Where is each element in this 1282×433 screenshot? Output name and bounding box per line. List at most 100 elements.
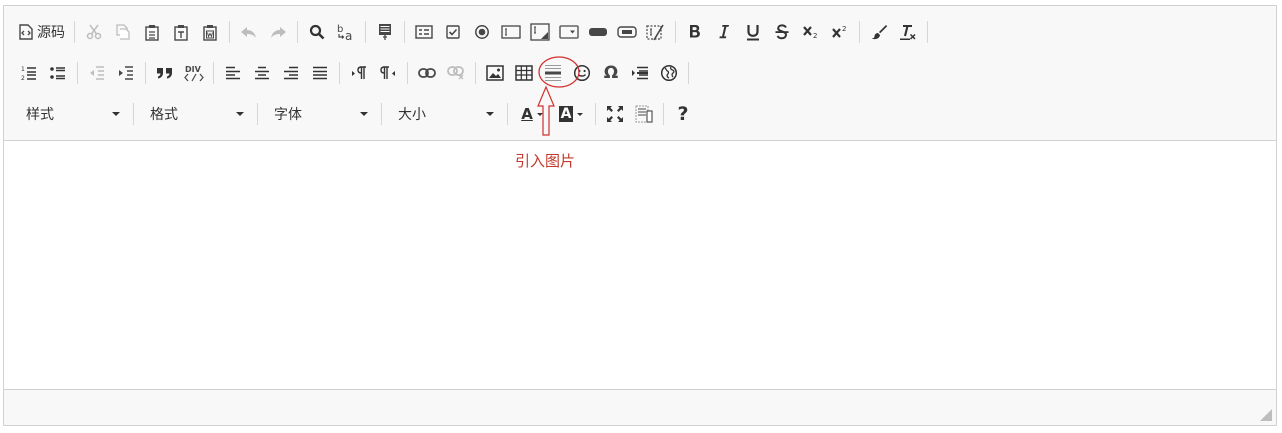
iframe-button[interactable]	[656, 60, 682, 86]
style-dropdown[interactable]: 样式	[16, 101, 126, 127]
page-break-button[interactable]	[627, 60, 653, 86]
search-icon	[309, 24, 325, 40]
form-button[interactable]	[411, 19, 437, 45]
replace-button[interactable]: ba	[333, 19, 359, 45]
hidden-field-icon	[646, 24, 664, 41]
toolbar-separator	[663, 103, 664, 125]
div-container-button[interactable]: DIV	[181, 60, 207, 86]
remove-format-button[interactable]	[895, 19, 921, 45]
underline-button[interactable]	[740, 19, 766, 45]
copy-button[interactable]	[110, 19, 136, 45]
format-dropdown[interactable]: 格式	[140, 101, 250, 127]
blockquote-button[interactable]	[152, 60, 178, 86]
link-button[interactable]	[414, 60, 440, 86]
button-field-button[interactable]	[585, 19, 611, 45]
source-label: 源码	[37, 25, 65, 41]
unlink-button[interactable]	[443, 60, 469, 86]
textfield-button[interactable]	[498, 19, 524, 45]
numbered-list-icon: 12	[21, 66, 36, 81]
find-button[interactable]	[304, 19, 330, 45]
svg-text:2: 2	[842, 25, 846, 33]
redo-button[interactable]	[265, 19, 291, 45]
numbered-list-button[interactable]: 12	[16, 60, 42, 86]
horizontal-rule-button[interactable]	[540, 60, 566, 86]
justify-icon	[313, 66, 327, 80]
replace-icon: ba	[337, 24, 352, 41]
size-dropdown[interactable]: 大小	[388, 101, 500, 127]
text-direction-ltr-button[interactable]	[346, 60, 372, 86]
editor-content-area[interactable]	[4, 141, 1276, 391]
decrease-indent-button[interactable]	[84, 60, 110, 86]
svg-text:2: 2	[813, 32, 817, 39]
superscript-icon: 2	[832, 25, 846, 38]
align-left-button[interactable]	[220, 60, 246, 86]
justify-button[interactable]	[307, 60, 333, 86]
copy-format-button[interactable]	[866, 19, 892, 45]
table-icon	[515, 65, 533, 81]
toolbar-separator	[927, 21, 928, 43]
scissors-icon	[86, 24, 102, 40]
toolbar-separator	[675, 21, 676, 43]
toolbar-separator	[381, 103, 382, 125]
text-direction-rtl-button[interactable]	[375, 60, 401, 86]
align-right-button[interactable]	[278, 60, 304, 86]
show-blocks-button[interactable]	[631, 101, 657, 127]
image-button-field-button[interactable]	[614, 19, 640, 45]
insert-table-button[interactable]	[511, 60, 537, 86]
undo-button[interactable]	[236, 19, 262, 45]
unlink-icon	[447, 66, 464, 80]
svg-text:b: b	[337, 24, 343, 35]
hidden-field-button[interactable]	[643, 19, 669, 45]
text-color-button[interactable]: A	[514, 101, 550, 127]
bold-button[interactable]	[682, 19, 708, 45]
cut-button[interactable]	[81, 19, 107, 45]
maximize-icon	[607, 106, 623, 122]
source-button[interactable]: 源码	[16, 19, 68, 45]
paste-text-icon	[174, 24, 188, 41]
svg-text:DIV: DIV	[185, 65, 202, 74]
font-dropdown[interactable]: 字体	[264, 101, 374, 127]
copy-icon	[116, 24, 130, 40]
paintbrush-icon	[871, 25, 888, 40]
rich-text-editor: 源码 b a 2 2 1 2 DIV Ω 样式 格式 字体 大小 A A ?	[3, 5, 1277, 426]
checkbox-button[interactable]	[440, 19, 466, 45]
radio-button[interactable]	[469, 19, 495, 45]
toolbar-separator	[257, 103, 258, 125]
select-all-button[interactable]	[372, 19, 398, 45]
toolbar-separator	[407, 62, 408, 84]
align-center-button[interactable]	[249, 60, 275, 86]
annotation-label: 引入图片	[515, 152, 576, 170]
insert-image-button[interactable]	[482, 60, 508, 86]
paste-text-button[interactable]	[168, 19, 194, 45]
paste-word-button[interactable]	[197, 19, 223, 45]
textarea-button[interactable]	[527, 19, 553, 45]
maximize-button[interactable]	[602, 101, 628, 127]
subscript-button[interactable]: 2	[798, 19, 824, 45]
strikethrough-icon	[775, 24, 789, 40]
radio-icon	[475, 25, 489, 39]
strikethrough-button[interactable]	[769, 19, 795, 45]
svg-text:a: a	[345, 29, 352, 41]
outdent-icon	[90, 66, 104, 80]
italic-icon	[719, 25, 729, 39]
special-char-button[interactable]: Ω	[598, 60, 624, 86]
format-dropdown-label: 格式	[150, 107, 178, 123]
toolbar-separator	[859, 21, 860, 43]
background-color-button[interactable]: A	[553, 101, 589, 127]
smiley-button[interactable]	[569, 60, 595, 86]
select-field-button[interactable]	[556, 19, 582, 45]
indent-icon	[119, 66, 133, 80]
editor-status-bar	[4, 389, 1276, 425]
superscript-button[interactable]: 2	[827, 19, 853, 45]
paste-button[interactable]	[139, 19, 165, 45]
div-icon: DIV	[184, 65, 204, 82]
align-left-icon	[226, 66, 240, 80]
chevron-down-icon	[112, 112, 120, 116]
help-button[interactable]: ?	[670, 101, 696, 127]
italic-button[interactable]	[711, 19, 737, 45]
increase-indent-button[interactable]	[113, 60, 139, 86]
toolbar-separator	[213, 62, 214, 84]
underline-icon	[747, 24, 759, 40]
resize-handle-icon[interactable]	[1260, 409, 1272, 421]
bulleted-list-button[interactable]	[45, 60, 71, 86]
